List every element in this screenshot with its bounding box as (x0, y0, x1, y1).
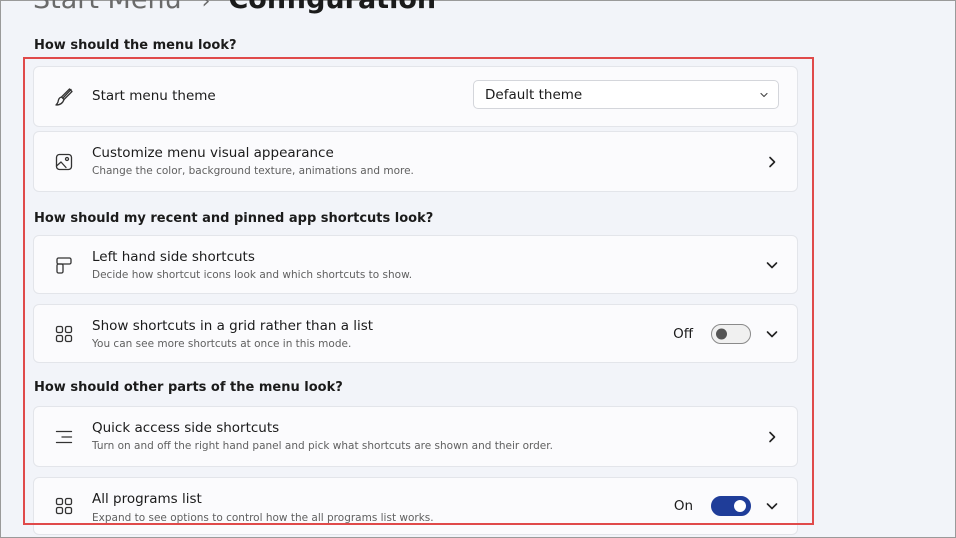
card-title: Quick access side shortcuts (92, 420, 280, 436)
toggle-state-label: On (673, 498, 693, 514)
card-title: Left hand side shortcuts (92, 249, 255, 265)
toggle-state-label: Off (673, 325, 693, 342)
chevron-down-icon[interactable] (765, 499, 779, 513)
section-title-shortcuts-look: How should my recent and pinned app shor… (34, 211, 434, 226)
card-description: Change the color, background texture, an… (92, 165, 414, 177)
section-title-other-parts: How should other parts of the menu look? (34, 380, 343, 395)
chevron-down-icon[interactable] (765, 327, 779, 341)
chevron-right-icon (765, 430, 779, 444)
card-title: All programs list (92, 491, 202, 507)
breadcrumb: Start Menu › Configuration (33, 0, 436, 15)
grid-icon (53, 323, 75, 345)
layout-icon (53, 254, 75, 276)
lines-icon (53, 426, 75, 448)
card-start-menu-theme: Start menu theme Default theme (33, 66, 798, 127)
card-customize-appearance[interactable]: Customize menu visual appearance Change … (33, 131, 798, 192)
grid-icon (53, 495, 75, 517)
card-title: Start menu theme (92, 88, 216, 104)
breadcrumb-separator: › (201, 0, 211, 14)
card-description: Turn on and off the right hand panel and… (92, 440, 553, 452)
toggle-knob (716, 328, 727, 339)
image-icon (53, 151, 75, 173)
chevron-down-icon (760, 92, 768, 98)
brush-icon (53, 86, 75, 108)
breadcrumb-parent[interactable]: Start Menu (33, 0, 182, 15)
card-grid-shortcuts: Show shortcuts in a grid rather than a l… (33, 304, 798, 363)
page-title: Configuration (228, 0, 436, 15)
toggle-knob (734, 500, 746, 512)
card-title: Customize menu visual appearance (92, 145, 334, 161)
chevron-right-icon (765, 155, 779, 169)
theme-dropdown[interactable]: Default theme (473, 80, 779, 109)
chevron-down-icon (765, 258, 779, 272)
all-programs-toggle[interactable] (711, 496, 751, 516)
card-all-programs-list: All programs list Expand to see options … (33, 477, 798, 535)
card-description: You can see more shortcuts at once in th… (92, 338, 352, 350)
card-title: Show shortcuts in a grid rather than a l… (92, 318, 374, 334)
section-title-menu-look: How should the menu look? (34, 38, 237, 53)
card-quick-access-shortcuts[interactable]: Quick access side shortcuts Turn on and … (33, 406, 798, 467)
card-description: Expand to see options to control how the… (92, 512, 434, 524)
theme-dropdown-value: Default theme (485, 87, 583, 103)
card-left-hand-shortcuts[interactable]: Left hand side shortcuts Decide how shor… (33, 235, 798, 294)
card-description: Decide how shortcut icons look and which… (92, 269, 413, 281)
grid-mode-toggle[interactable] (711, 323, 751, 344)
